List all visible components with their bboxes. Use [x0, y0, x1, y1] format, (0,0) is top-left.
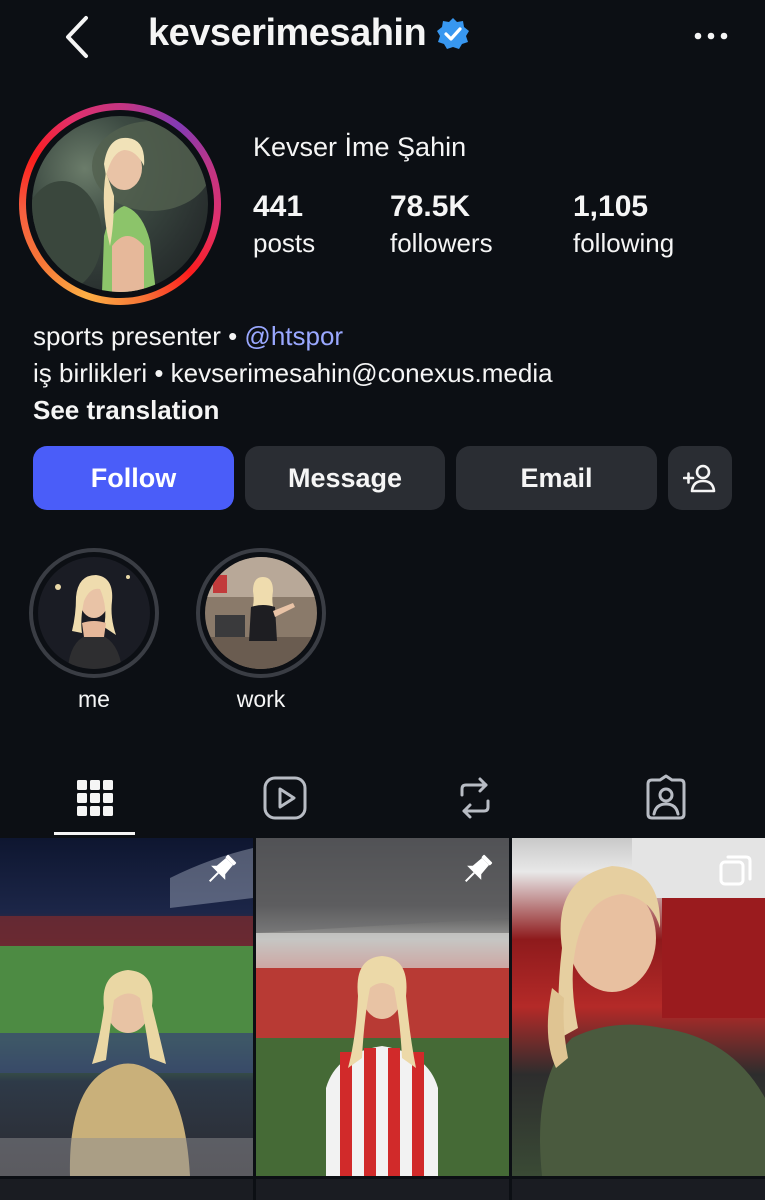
following-stat[interactable]: 1,105 following [573, 190, 674, 259]
display-name: Kevser İme Şahin [253, 132, 467, 162]
back-button[interactable] [58, 14, 98, 60]
tab-reposts[interactable] [445, 768, 505, 828]
bio-line-1: sports presenter • @htspor [33, 318, 553, 355]
followers-count: 78.5K [390, 190, 471, 223]
reels-icon [263, 776, 307, 820]
post-image [540, 838, 765, 1176]
see-translation-link[interactable]: See translation [33, 392, 553, 429]
more-options-button[interactable] [693, 24, 729, 48]
top-bar: kevserimesahin [0, 0, 765, 76]
posts-count: 441 [253, 190, 304, 223]
active-tab-indicator [54, 832, 135, 835]
tagged-icon [646, 774, 686, 820]
post-thumbnail[interactable] [512, 838, 765, 1176]
profile-page: kevserimesahin Kevser İme Şahin 441 post… [0, 0, 765, 1200]
following-count: 1,105 [573, 190, 649, 223]
highlight-label: me [78, 686, 110, 712]
highlight-ring [29, 548, 159, 678]
suggested-users-button[interactable] [668, 446, 732, 510]
post-thumbnail[interactable] [256, 1179, 509, 1200]
tab-tagged[interactable] [636, 768, 696, 828]
post-thumbnail[interactable] [512, 1179, 765, 1200]
more-horizontal-icon [694, 32, 728, 40]
posts-stat[interactable]: 441 posts [253, 190, 315, 259]
add-person-icon [683, 464, 716, 493]
highlight-ring [196, 548, 326, 678]
tab-posts[interactable] [65, 768, 125, 828]
post-thumbnail[interactable] [256, 838, 509, 1176]
post-thumbnail[interactable] [0, 838, 253, 1176]
carousel-icon [719, 855, 752, 886]
chevron-left-icon [66, 16, 88, 58]
posts-label: posts [253, 228, 316, 258]
tab-reels[interactable] [255, 768, 315, 828]
pin-icon [208, 854, 237, 883]
followers-label: followers [390, 228, 493, 258]
avatar [32, 116, 208, 292]
post-thumbnail[interactable] [0, 1179, 253, 1200]
highlight-cover [205, 557, 317, 669]
highlight-label: work [236, 686, 286, 712]
reposts-icon [460, 777, 490, 819]
followers-stat[interactable]: 78.5K followers [390, 190, 493, 259]
email-button[interactable]: Email [456, 446, 657, 510]
profile-tabs [0, 760, 765, 836]
verified-badge-icon [437, 17, 470, 49]
bio-line-2: iş birlikleri • kevserimesahin@conexus.m… [33, 358, 553, 388]
posts-grid [0, 838, 765, 1200]
bio: sports presenter • @htspor iş birlikleri… [33, 318, 553, 429]
story-ring[interactable] [19, 103, 221, 305]
highlight-me[interactable]: me [29, 548, 159, 713]
follow-button[interactable]: Follow [33, 446, 234, 510]
message-button[interactable]: Message [245, 446, 445, 510]
bio-mention-link[interactable]: @htspor [244, 321, 343, 351]
following-label: following [573, 228, 675, 258]
highlight-cover [38, 557, 150, 669]
bio-category: sports presenter • [33, 321, 245, 351]
username: kevserimesahin [148, 12, 427, 54]
avatar-border [26, 110, 214, 298]
grid-icon [77, 780, 113, 816]
highlight-work[interactable]: work [196, 548, 326, 713]
pin-icon [464, 854, 493, 883]
avatar-figure-graphic [32, 121, 208, 292]
username-header: kevserimesahin [148, 12, 470, 55]
